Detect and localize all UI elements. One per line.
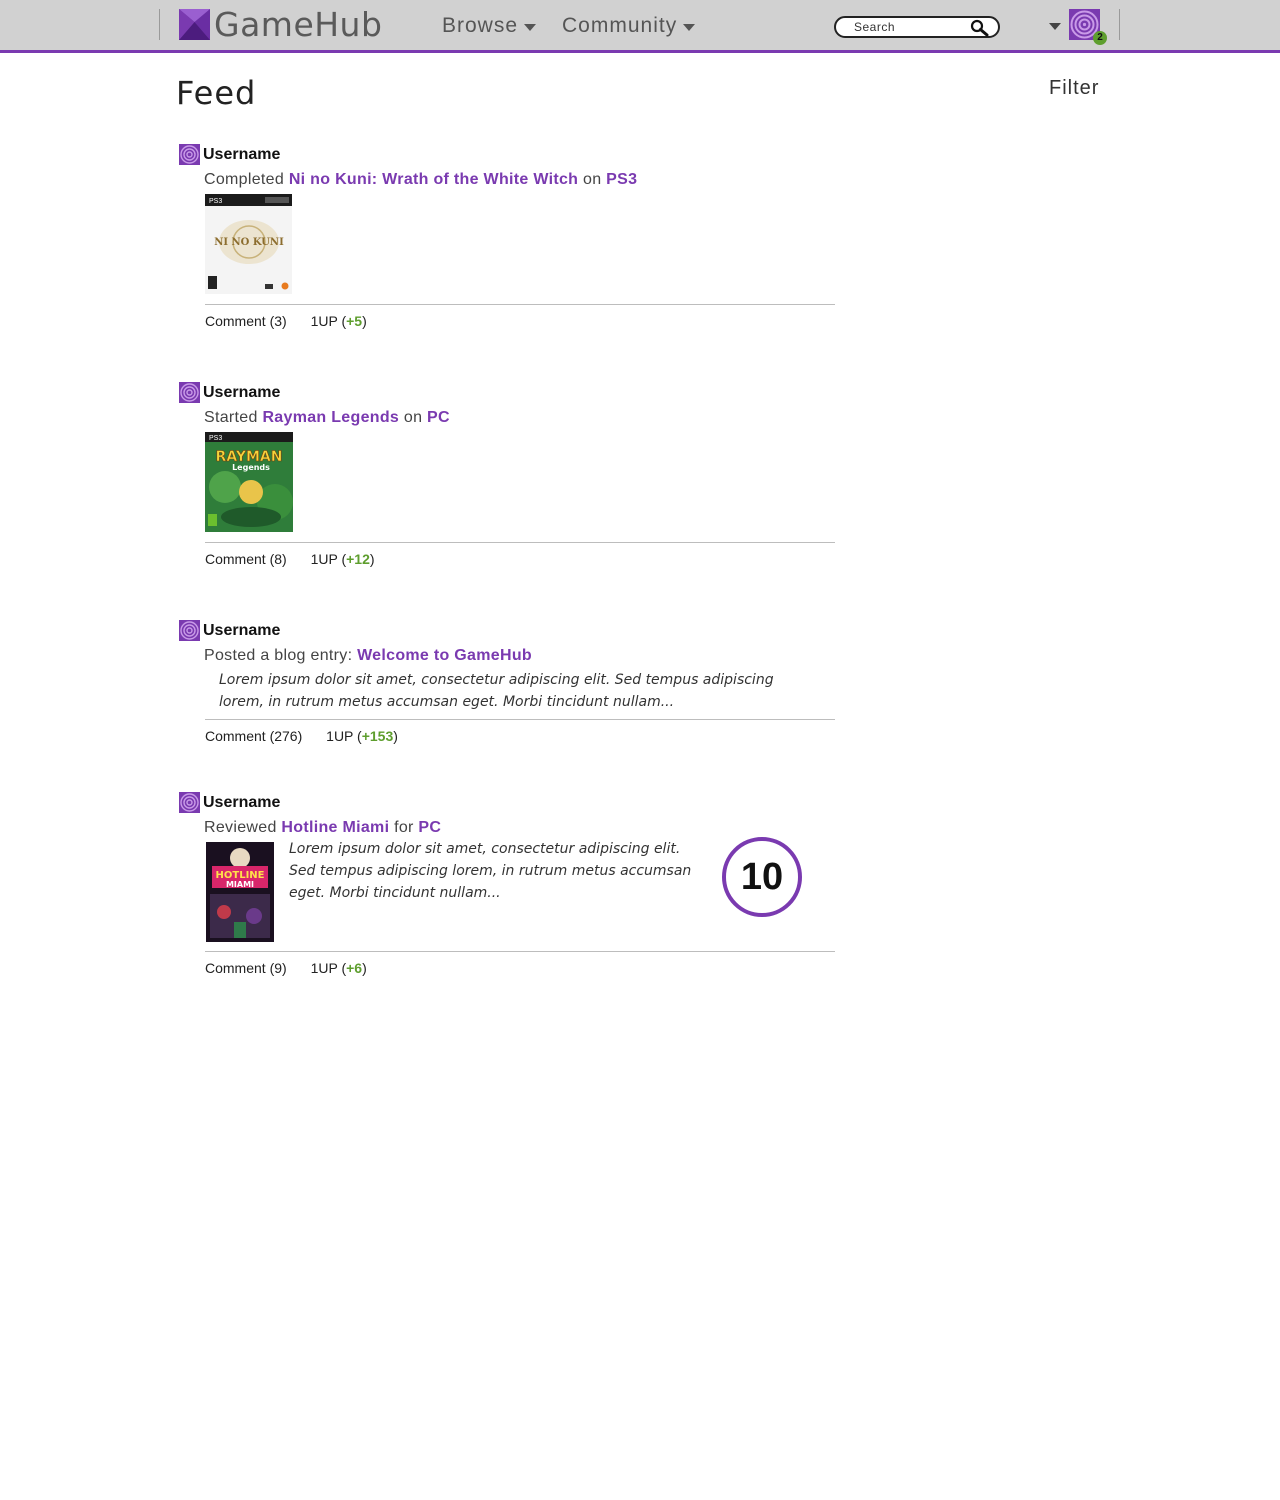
activity-connector: for [394,819,414,836]
activity-verb: Posted a blog entry: [204,647,353,664]
oneup-prefix: 1UP ( [310,551,347,567]
item-actions: Comment (9) 1UP (+6) [205,960,835,980]
item-divider [205,304,835,305]
chevron-down-icon [524,23,537,31]
oneup-button[interactable]: 1UP (+12) [311,551,375,567]
blog-excerpt: Lorem ipsum dolor sit amet, consectetur … [219,669,799,713]
feed-item: Username Completed Ni no Kuni: Wrath of … [179,144,835,333]
nav-community-label: Community [562,14,678,37]
oneup-count: +5 [346,313,363,329]
username-link[interactable]: Username [203,794,280,812]
game-cover-image[interactable]: PS3 NI NO KUNI [205,194,292,294]
blog-entry-link[interactable]: Welcome to GameHub [357,647,532,664]
oneup-prefix: 1UP ( [326,728,362,744]
search-box [834,16,1000,38]
oneup-button[interactable]: 1UP (+153) [326,728,398,744]
username-link[interactable]: Username [203,146,280,164]
user-avatar-icon[interactable] [179,382,200,403]
user-avatar-icon[interactable] [179,144,200,165]
oneup-count: +153 [361,728,394,744]
platform-link[interactable]: PC [427,409,450,426]
game-link[interactable]: Hotline Miami [281,819,389,836]
notification-badge[interactable]: 2 [1093,31,1107,45]
feed-item: Username Reviewed Hotline Miami for PC H… [179,792,835,980]
right-divider [1119,9,1120,40]
activity-connector: on [403,409,423,426]
excerpt-line: lorem, in rutrum metus accumsan eget. Mo… [219,694,675,710]
game-cover-image[interactable]: HOTLINE MIAMI [206,842,274,942]
search-icon[interactable] [970,19,990,37]
user-menu-chevron-icon[interactable] [1049,23,1061,30]
username-link[interactable]: Username [203,622,280,640]
comment-button[interactable]: Comment (9) [205,960,287,976]
cover-subtitle: MIAMI [226,880,254,889]
comment-button[interactable]: Comment (8) [205,551,287,567]
user-avatar-icon[interactable] [179,792,200,813]
activity-line: Posted a blog entry: Welcome to GameHub [204,647,835,669]
activity-connector: on [583,171,602,188]
activity-verb: Completed [204,171,285,188]
oneup-count: +6 [346,960,363,976]
nav-browse[interactable]: Browse [442,13,537,39]
oneup-button[interactable]: 1UP (+5) [311,313,367,329]
top-navigation-bar: GameHub Browse Community 2 [0,0,1280,53]
oneup-prefix: 1UP ( [310,313,347,329]
svg-text:PS3: PS3 [209,198,222,205]
feed-item: Username Started Rayman Legends on PC PS… [179,382,835,571]
item-divider [205,542,835,543]
oneup-suffix: ) [369,551,375,567]
chevron-down-icon [683,23,696,31]
cover-title: NI NO KUNI [214,237,284,248]
filter-button[interactable]: Filter [1049,77,1099,100]
oneup-prefix: 1UP ( [310,960,347,976]
activity-verb: Started [204,409,258,426]
left-divider [159,9,160,40]
platform-link[interactable]: PS3 [606,171,637,188]
user-avatar-icon[interactable] [179,620,200,641]
nav-community[interactable]: Community [562,13,696,39]
comment-button[interactable]: Comment (3) [205,313,287,329]
item-actions: Comment (8) 1UP (+12) [205,551,835,571]
svg-text:PS3: PS3 [209,435,222,442]
excerpt-line: Lorem ipsum dolor sit amet, consectetur … [219,672,774,688]
search-input[interactable] [854,19,974,35]
activity-line: Completed Ni no Kuni: Wrath of the White… [204,171,835,193]
activity-verb: Reviewed [204,819,277,836]
review-score-badge: 10 [722,837,802,917]
gamehub-logo[interactable]: GameHub [179,5,383,44]
review-body: HOTLINE MIAMI Lorem ipsum dolor sit amet… [179,837,835,943]
game-link[interactable]: Rayman Legends [262,409,399,426]
username-link[interactable]: Username [203,384,280,402]
gamehub-logo-icon [179,9,210,40]
item-divider [205,719,835,720]
oneup-button[interactable]: 1UP (+6) [311,960,367,976]
game-link[interactable]: Ni no Kuni: Wrath of the White Witch [289,171,578,188]
page-title: Feed [176,74,257,112]
logo-text: GameHub [214,5,383,44]
excerpt-line: eget. Morbi tincidunt nullam... [289,885,501,901]
review-excerpt: Lorem ipsum dolor sit amet, consectetur … [289,838,699,904]
game-cover-image[interactable]: PS3 RAYMAN Legends [205,432,293,532]
cover-subtitle: Legends [232,463,270,472]
item-divider [205,951,835,952]
oneup-suffix: ) [393,728,398,744]
excerpt-line: Lorem ipsum dolor sit amet, consectetur … [289,841,681,857]
feed-item: Username Posted a blog entry: Welcome to… [179,620,835,748]
nav-browse-label: Browse [442,14,519,37]
item-actions: Comment (276) 1UP (+153) [205,728,835,748]
oneup-count: +12 [346,551,370,567]
comment-button[interactable]: Comment (276) [205,728,302,744]
excerpt-line: Sed tempus adipiscing lorem, in rutrum m… [289,863,692,879]
activity-line: Started Rayman Legends on PC [204,409,835,431]
oneup-suffix: ) [362,313,367,329]
oneup-suffix: ) [362,960,367,976]
item-actions: Comment (3) 1UP (+5) [205,313,835,333]
platform-link[interactable]: PC [418,819,441,836]
